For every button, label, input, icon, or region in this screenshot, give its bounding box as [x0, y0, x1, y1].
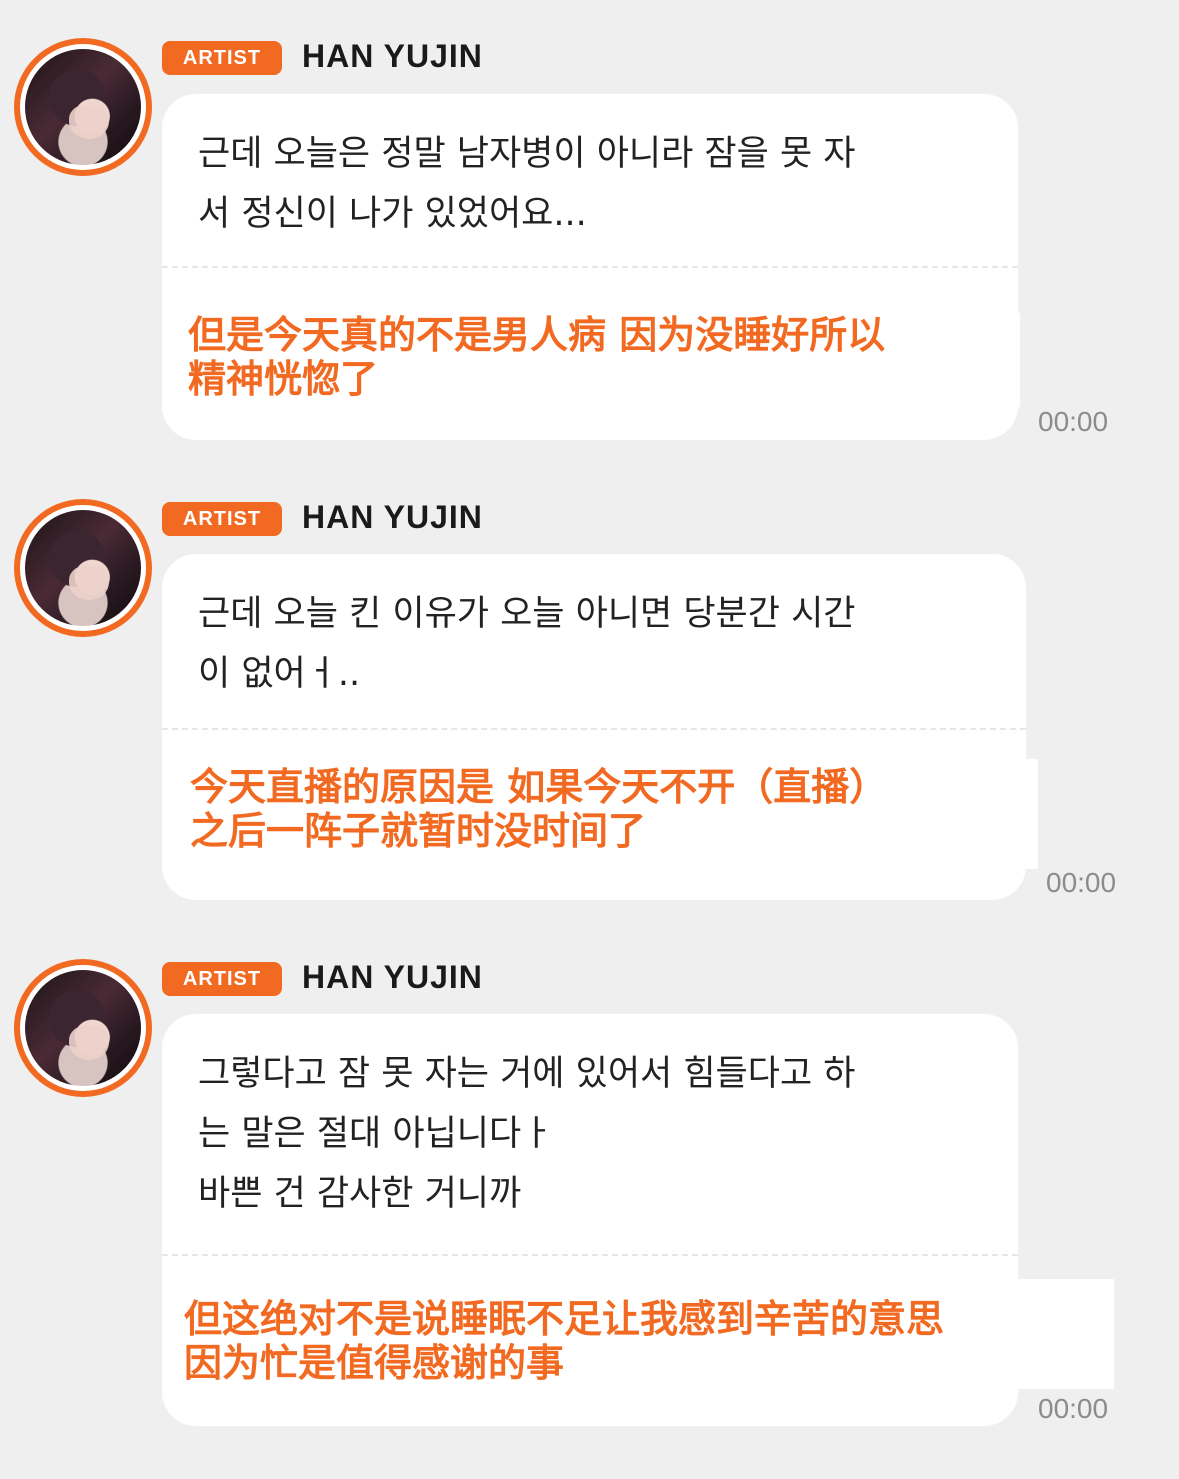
avatar-photo: [25, 510, 141, 626]
avatar-photo: [25, 49, 141, 165]
message-text: 그렇다고 잠 못 자는 거에 있어서 힘들다고 하 는 말은 절대 아닙니다ㅏ …: [198, 1054, 856, 1214]
chat-message: ARTIST HAN YUJIN 근데 오늘은 정말 남자병이 아니라 잠을 못…: [0, 0, 1179, 460]
username[interactable]: HAN YUJIN: [302, 499, 483, 536]
divider: [162, 728, 1026, 730]
message-text: 근데 오늘은 정말 남자병이 아니라 잠을 못 자 서 정신이 나가 있었어요.…: [198, 134, 856, 234]
message-time: 00:00: [1038, 406, 1109, 437]
divider: [162, 266, 1018, 268]
artist-avatar[interactable]: [14, 38, 152, 176]
artist-avatar[interactable]: [14, 499, 152, 637]
message-time: 00:00: [1046, 867, 1117, 898]
username[interactable]: HAN YUJIN: [302, 38, 483, 75]
message-time: 00:00: [1038, 1393, 1109, 1424]
avatar-photo: [25, 970, 141, 1086]
chat-message: ARTIST HAN YUJIN 근데 오늘 킨 이유가 오늘 아니면 당분간 …: [0, 461, 1179, 921]
artist-badge: ARTIST: [162, 41, 282, 75]
message-text: 근데 오늘 킨 이유가 오늘 아니면 당분간 시간 이 없어ㅓ..: [198, 594, 856, 694]
translation-text: 但这绝对不是说睡眠不足让我感到辛苦的意思 因为忙是值得感谢的事: [184, 1279, 1114, 1389]
artist-avatar[interactable]: [14, 959, 152, 1097]
divider: [162, 1254, 1018, 1256]
chat-message: ARTIST HAN YUJIN 그렇다고 잠 못 자는 거에 있어서 힘들다고…: [0, 921, 1179, 1479]
translation-text: 但是今天真的不是男人病 因为没睡好所以 精神恍惚了: [188, 313, 1020, 407]
artist-badge: ARTIST: [162, 962, 282, 996]
username[interactable]: HAN YUJIN: [302, 959, 483, 996]
translation-text: 今天直播的原因是 如果今天不开（直播） 之后一阵子就暂时没时间了: [190, 759, 1038, 869]
artist-badge: ARTIST: [162, 502, 282, 536]
